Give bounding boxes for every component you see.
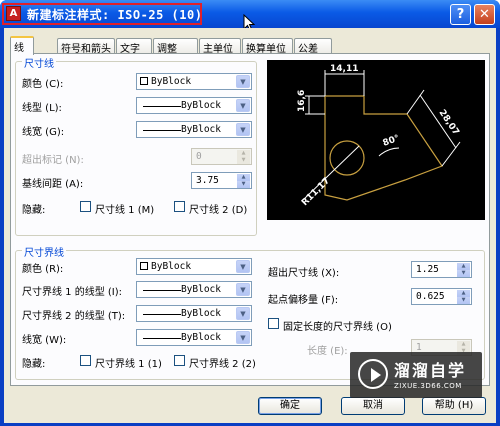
line-sample-icon: [143, 338, 181, 339]
tab-fit[interactable]: 调整: [153, 38, 198, 55]
origin-offset-value: 0.625: [416, 291, 445, 302]
ext-linetype2-select[interactable]: ByBlock ▼: [136, 305, 252, 322]
watermark-overlay: 溜溜自学 ZIXUE.3D66.COM: [350, 352, 482, 398]
suppress-ext-line-2-label[interactable]: 尺寸界线 2 (2): [189, 355, 256, 370]
origin-offset-label: 起点偏移量 (F):: [268, 295, 339, 306]
suppress-dim-line-1-label[interactable]: 尺寸线 1 (M): [95, 201, 154, 216]
dialog-window: A 新建标注样式: ISO-25 (10) ? ✕ 线 符号和箭头 文字 调整 …: [0, 0, 500, 426]
tab-lines[interactable]: 线: [10, 36, 34, 55]
dim-linetype-value: ByBlock: [180, 100, 221, 111]
color-swatch-icon: [140, 77, 148, 85]
ext-linetype1-label: 尺寸界线 1 的线型 (I):: [22, 287, 123, 298]
cancel-button[interactable]: 取消: [341, 397, 405, 415]
dim-text-radius: R11,17: [300, 176, 332, 208]
line-sample-icon: [143, 106, 181, 107]
fixed-length-checkbox[interactable]: [268, 318, 279, 329]
line-sample-icon: [143, 314, 181, 315]
dim-lineweight-value: ByBlock: [180, 124, 221, 135]
help-title-button[interactable]: ?: [450, 4, 471, 25]
tab-text[interactable]: 文字: [116, 38, 152, 55]
group-dimension-lines: 尺寸线 颜色 (C): ByBlock ▼ 线型 (L): ByBlock ▼ …: [15, 55, 257, 236]
dim-color-label: 颜色 (C):: [22, 79, 64, 90]
ext-linetype2-label: 尺寸界线 2 的线型 (T):: [22, 311, 126, 322]
fixed-length-label[interactable]: 固定长度的尺寸界线 (O): [283, 318, 392, 333]
dropdown-arrow-icon[interactable]: ▼: [236, 307, 250, 320]
ext-lineweight-value: ByBlock: [180, 332, 221, 343]
extend-ticks-spinner: 0 ▲ ▼: [191, 148, 252, 165]
dropdown-arrow-icon[interactable]: ▼: [236, 123, 250, 136]
dropdown-arrow-icon[interactable]: ▼: [236, 331, 250, 344]
suppress-dim-line-2-label[interactable]: 尺寸线 2 (D): [189, 201, 247, 216]
extend-ticks-value: 0: [196, 151, 202, 162]
dim-text-top: 14,11: [330, 64, 358, 74]
watermark-name: 溜溜自学: [394, 361, 467, 380]
baseline-spacing-value: 3.75: [196, 175, 219, 186]
spin-down-icon: ▼: [237, 157, 250, 164]
watermark-url: ZIXUE.3D66.COM: [394, 382, 462, 390]
extend-beyond-value: 1.25: [416, 264, 439, 275]
ext-lineweight-label: 线宽 (W):: [22, 335, 67, 346]
ext-linetype1-select[interactable]: ByBlock ▼: [136, 281, 252, 298]
baseline-spacing-label: 基线间距 (A):: [22, 179, 84, 190]
ext-linetype2-value: ByBlock: [180, 308, 221, 319]
group-title-extension-lines: 尺寸界线: [22, 244, 66, 259]
group-title-dimension-lines: 尺寸线: [22, 55, 56, 70]
ext-lineweight-select[interactable]: ByBlock ▼: [136, 329, 252, 346]
dim-lineweight-label: 线宽 (G):: [22, 127, 65, 138]
spin-down-icon[interactable]: ▼: [237, 181, 250, 188]
suppress-dim-line-1-checkbox[interactable]: [80, 201, 91, 212]
dropdown-arrow-icon[interactable]: ▼: [236, 283, 250, 296]
origin-offset-spinner[interactable]: 0.625 ▲ ▼: [411, 288, 472, 305]
line-sample-icon: [143, 130, 181, 131]
dimension-preview: 14,11 16,6 28,07 80° R11,17: [267, 60, 485, 220]
dim-color-select[interactable]: ByBlock ▼: [136, 73, 252, 90]
baseline-spacing-spinner[interactable]: 3.75 ▲ ▼: [191, 172, 252, 189]
extend-ticks-label: 超出标记 (N):: [22, 155, 84, 166]
dim-text-right: 28,07: [437, 108, 461, 137]
tab-primary-units[interactable]: 主单位: [199, 38, 241, 55]
spin-down-icon[interactable]: ▼: [457, 270, 470, 277]
spin-down-icon[interactable]: ▼: [457, 297, 470, 304]
color-swatch-icon: [140, 262, 148, 270]
dim-lineweight-select[interactable]: ByBlock ▼: [136, 121, 252, 138]
extend-beyond-spinner[interactable]: 1.25 ▲ ▼: [411, 261, 472, 278]
ext-suppress-label: 隐藏:: [22, 359, 46, 370]
suppress-ext-line-1-label[interactable]: 尺寸界线 1 (1): [95, 355, 162, 370]
ext-color-select[interactable]: ByBlock ▼: [136, 258, 252, 275]
spin-up-icon[interactable]: ▲: [457, 290, 470, 297]
ext-linetype1-value: ByBlock: [180, 284, 221, 295]
dim-suppress-label: 隐藏:: [22, 205, 46, 216]
play-logo-icon: [358, 359, 388, 389]
tab-tolerances[interactable]: 公差: [294, 38, 332, 55]
title-bar[interactable]: A 新建标注样式: ISO-25 (10) ? ✕: [0, 0, 500, 32]
suppress-dim-line-2-checkbox[interactable]: [174, 201, 185, 212]
suppress-ext-line-2-checkbox[interactable]: [174, 355, 185, 366]
dim-text-left: 16,6: [297, 90, 307, 112]
extend-beyond-label: 超出尺寸线 (X):: [268, 268, 340, 279]
spin-up-icon: ▲: [457, 341, 470, 348]
dim-linetype-select[interactable]: ByBlock ▼: [136, 97, 252, 114]
title-highlight-box: [2, 3, 202, 25]
spin-up-icon[interactable]: ▲: [457, 263, 470, 270]
spin-up-icon: ▲: [237, 150, 250, 157]
line-sample-icon: [143, 290, 181, 291]
spin-up-icon[interactable]: ▲: [237, 174, 250, 181]
dim-linetype-label: 线型 (L):: [22, 103, 62, 114]
suppress-ext-line-1-checkbox[interactable]: [80, 355, 91, 366]
dim-text-angle: 80°: [382, 134, 401, 149]
help-button[interactable]: 帮助 (H): [422, 397, 486, 415]
dim-color-value: ByBlock: [151, 76, 192, 87]
tab-alternate-units[interactable]: 换算单位: [242, 38, 293, 55]
ok-button[interactable]: 确定: [258, 397, 322, 415]
dropdown-arrow-icon[interactable]: ▼: [236, 99, 250, 112]
tab-symbols-arrows[interactable]: 符号和箭头: [57, 38, 115, 55]
close-button[interactable]: ✕: [474, 4, 495, 25]
length-label: 长度 (E):: [307, 346, 348, 357]
tab-panel-lines: 尺寸线 颜色 (C): ByBlock ▼ 线型 (L): ByBlock ▼ …: [10, 53, 490, 386]
dropdown-arrow-icon[interactable]: ▼: [236, 75, 250, 88]
ext-color-value: ByBlock: [151, 261, 192, 272]
dropdown-arrow-icon[interactable]: ▼: [236, 260, 250, 273]
ext-color-label: 颜色 (R):: [22, 264, 64, 275]
